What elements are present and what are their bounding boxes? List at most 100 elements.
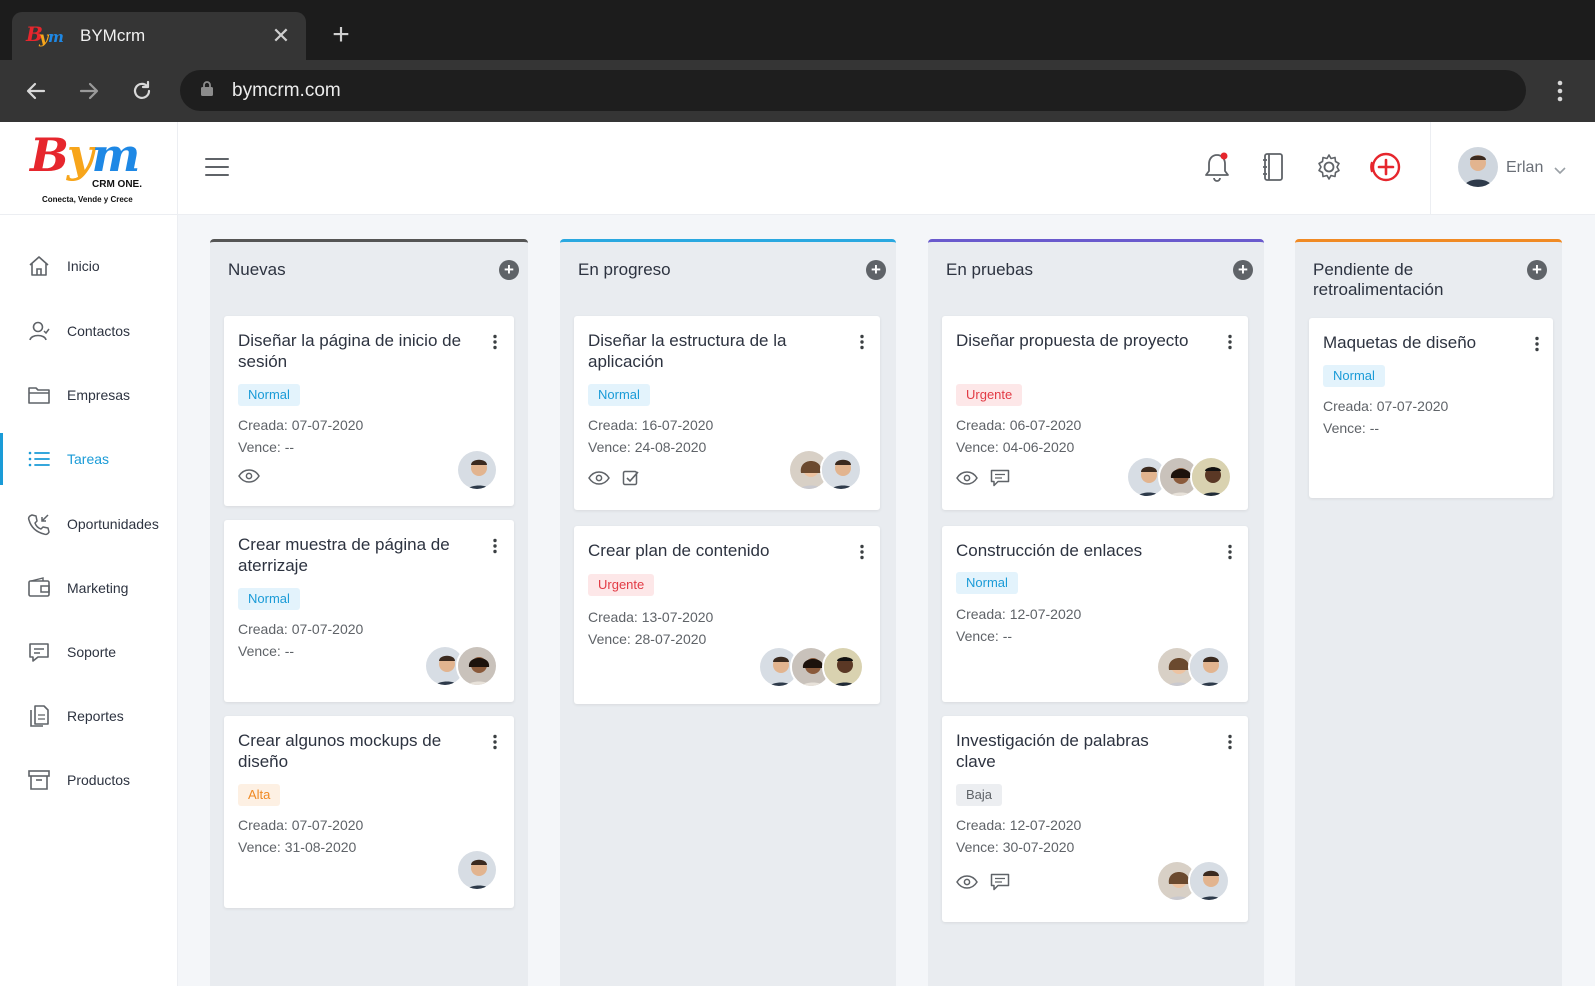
checkbox-icon[interactable] — [622, 469, 640, 487]
assignees — [1156, 646, 1230, 688]
task-card[interactable]: Maquetas de diseño Normal Creada: 07-07-… — [1309, 318, 1553, 498]
comment-icon[interactable] — [990, 873, 1010, 891]
tab-title: BYMcrm — [80, 26, 146, 45]
column-title: En progreso — [578, 260, 671, 279]
close-tab-icon[interactable]: ✕ — [270, 25, 292, 47]
sidebar-item-label: Soporte — [67, 644, 117, 660]
board-column-pendiente: Pendiente de retroalimentación + Maqueta… — [1295, 239, 1562, 986]
assignees — [758, 646, 864, 688]
assignees — [788, 449, 862, 491]
sidebar-item-label: Oportunidades — [67, 516, 159, 532]
due-date: Vence: -- — [1323, 420, 1380, 436]
task-title: Investigación de palabras clave — [956, 731, 1149, 771]
board-column-en-progreso: En progreso + Diseñar la estructura de l… — [560, 239, 896, 986]
card-menu-icon[interactable] — [1226, 544, 1234, 560]
created-date: Creada: 12-07-2020 — [956, 817, 1082, 833]
sidebar-item-label: Tareas — [67, 451, 110, 467]
assignees — [424, 645, 498, 687]
browser-tab[interactable]: B y m BYMcrm ✕ — [12, 12, 306, 60]
card-menu-icon[interactable] — [858, 544, 866, 560]
bell-icon[interactable] — [1200, 150, 1234, 184]
eye-icon[interactable] — [956, 471, 978, 485]
sidebar-item-inicio[interactable]: Inicio — [0, 240, 178, 292]
contacts-icon — [26, 318, 52, 344]
app: Bym CRM ONE. Conecta, Vende y Crece Erla… — [0, 122, 1595, 986]
sidebar-item-label: Inicio — [67, 258, 100, 274]
gear-icon[interactable] — [1312, 150, 1346, 184]
sidebar-item-reportes[interactable]: Reportes — [0, 690, 178, 742]
task-title: Diseñar la estructura de la aplicación — [588, 331, 787, 371]
hamburger-menu-icon[interactable] — [204, 156, 230, 178]
task-card[interactable]: Construcción de enlaces Normal Creada: 1… — [942, 526, 1248, 702]
avatar[interactable] — [456, 449, 498, 491]
eye-icon[interactable] — [238, 469, 260, 483]
eye-icon[interactable] — [588, 471, 610, 485]
avatar[interactable] — [456, 645, 498, 687]
task-card[interactable]: Diseñar propuesta de proyecto Urgente Cr… — [942, 316, 1248, 510]
sidebar-item-empresas[interactable]: Empresas — [0, 369, 178, 421]
task-card[interactable]: Diseñar la estructura de la aplicación N… — [574, 316, 880, 510]
assignees — [1126, 456, 1232, 498]
forward-arrow-icon[interactable] — [75, 77, 103, 105]
avatar[interactable] — [1188, 860, 1230, 902]
task-card[interactable]: Investigación de palabras clave Baja Cre… — [942, 716, 1248, 922]
sidebar-item-productos[interactable]: Productos — [0, 754, 178, 806]
reload-icon[interactable] — [128, 77, 156, 105]
avatar[interactable] — [1458, 147, 1498, 187]
comment-icon[interactable] — [990, 469, 1010, 487]
kebab-menu-icon[interactable] — [1548, 77, 1572, 105]
browser-toolbar: bymcrm.com — [0, 60, 1595, 122]
notebook-icon[interactable] — [1256, 150, 1290, 184]
app-header: Erlan — [178, 122, 1595, 215]
sidebar-item-oportunidades[interactable]: Oportunidades — [0, 498, 178, 550]
priority-badge: Normal — [588, 384, 650, 406]
sidebar-item-label: Productos — [67, 772, 131, 788]
logo[interactable]: Bym CRM ONE. Conecta, Vende y Crece — [0, 122, 178, 215]
due-date: Vence: -- — [238, 439, 295, 455]
due-date: Vence: -- — [238, 643, 295, 659]
add-card-icon[interactable]: + — [1233, 260, 1253, 280]
task-title: Crear muestra de página de aterrizaje — [238, 535, 450, 575]
chevron-down-icon[interactable] — [1554, 162, 1566, 180]
sidebar-item-label: Marketing — [67, 580, 129, 596]
due-date: Vence: 28-07-2020 — [588, 631, 707, 647]
card-menu-icon[interactable] — [491, 538, 499, 554]
folder-icon — [26, 382, 52, 408]
sidebar-item-contactos[interactable]: Contactos — [0, 305, 178, 357]
card-menu-icon[interactable] — [1226, 734, 1234, 750]
column-title: Nuevas — [228, 260, 286, 279]
card-menu-icon[interactable] — [1533, 336, 1541, 352]
assignees — [1156, 860, 1230, 902]
back-arrow-icon[interactable] — [22, 77, 50, 105]
add-card-icon[interactable]: + — [1527, 260, 1547, 280]
svg-text:m: m — [48, 28, 64, 46]
task-card[interactable]: Crear algunos mockups de diseño Alta Cre… — [224, 716, 514, 908]
sidebar-item-tareas[interactable]: Tareas — [0, 433, 178, 485]
eye-icon[interactable] — [956, 875, 978, 889]
avatar[interactable] — [822, 646, 864, 688]
priority-badge: Normal — [1323, 365, 1385, 387]
home-icon — [26, 253, 52, 279]
add-card-icon[interactable]: + — [866, 260, 886, 280]
priority-badge: Normal — [238, 588, 300, 610]
user-name[interactable]: Erlan — [1506, 159, 1543, 177]
card-menu-icon[interactable] — [858, 334, 866, 350]
sidebar-item-soporte[interactable]: Soporte — [0, 626, 178, 678]
card-menu-icon[interactable] — [1226, 334, 1234, 350]
address-bar[interactable]: bymcrm.com — [180, 70, 1526, 111]
sidebar-item-marketing[interactable]: Marketing — [0, 562, 178, 614]
task-card[interactable]: Diseñar la página de inicio de sesión No… — [224, 316, 514, 506]
card-menu-icon[interactable] — [491, 734, 499, 750]
avatar[interactable] — [1190, 456, 1232, 498]
task-card[interactable]: Crear muestra de página de aterrizaje No… — [224, 520, 514, 702]
card-menu-icon[interactable] — [491, 334, 499, 350]
task-card[interactable]: Crear plan de contenido Urgente Creada: … — [574, 526, 880, 704]
add-card-icon[interactable]: + — [499, 260, 519, 280]
avatar[interactable] — [456, 849, 498, 891]
documents-icon — [26, 703, 52, 729]
avatar[interactable] — [820, 449, 862, 491]
add-circle-icon[interactable] — [1369, 150, 1403, 184]
avatar[interactable] — [1188, 646, 1230, 688]
due-date: Vence: 30-07-2020 — [956, 839, 1075, 855]
new-tab-icon[interactable]: + — [326, 20, 356, 50]
